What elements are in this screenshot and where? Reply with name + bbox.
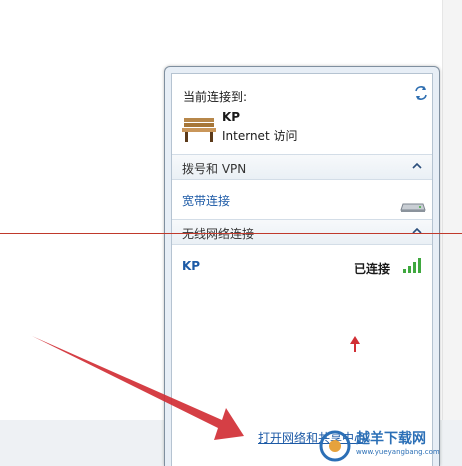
connected-to-label: 当前连接到:: [183, 90, 248, 104]
current-network-access: Internet 访问: [222, 129, 298, 143]
watermark-text: 越羊下载网: [356, 431, 426, 447]
bench-network-icon: [182, 118, 216, 142]
chevron-up-icon[interactable]: [412, 226, 422, 236]
section-wireless[interactable]: 无线网络连接: [172, 219, 432, 245]
red-guide-line: [0, 233, 462, 234]
modem-icon: [400, 203, 426, 212]
watermark-logo-icon: [319, 430, 351, 462]
wifi-network-name[interactable]: KP: [182, 259, 200, 273]
broadband-connection-item[interactable]: 宽带连接: [182, 192, 230, 209]
watermark: 越羊下载网 www.yueyangbang.com: [316, 428, 460, 464]
watermark-url: www.yueyangbang.com: [356, 448, 440, 456]
section-dialup-label: 拨号和 VPN: [182, 162, 247, 176]
current-network-name: KP: [222, 110, 241, 124]
pointer-arrow-icon: [350, 336, 360, 352]
flyout-content: 当前连接到: KP Internet 访问 拨号和 VPN 宽带连接 无线网络连…: [171, 73, 433, 466]
section-dialup-vpn[interactable]: 拨号和 VPN: [172, 154, 432, 180]
network-flyout: 当前连接到: KP Internet 访问 拨号和 VPN 宽带连接 无线网络连…: [164, 66, 440, 466]
wifi-signal-icon: [403, 258, 421, 273]
wifi-network-status: 已连接: [354, 262, 391, 276]
chevron-up-icon[interactable]: [412, 161, 422, 171]
refresh-icon[interactable]: [412, 84, 430, 102]
